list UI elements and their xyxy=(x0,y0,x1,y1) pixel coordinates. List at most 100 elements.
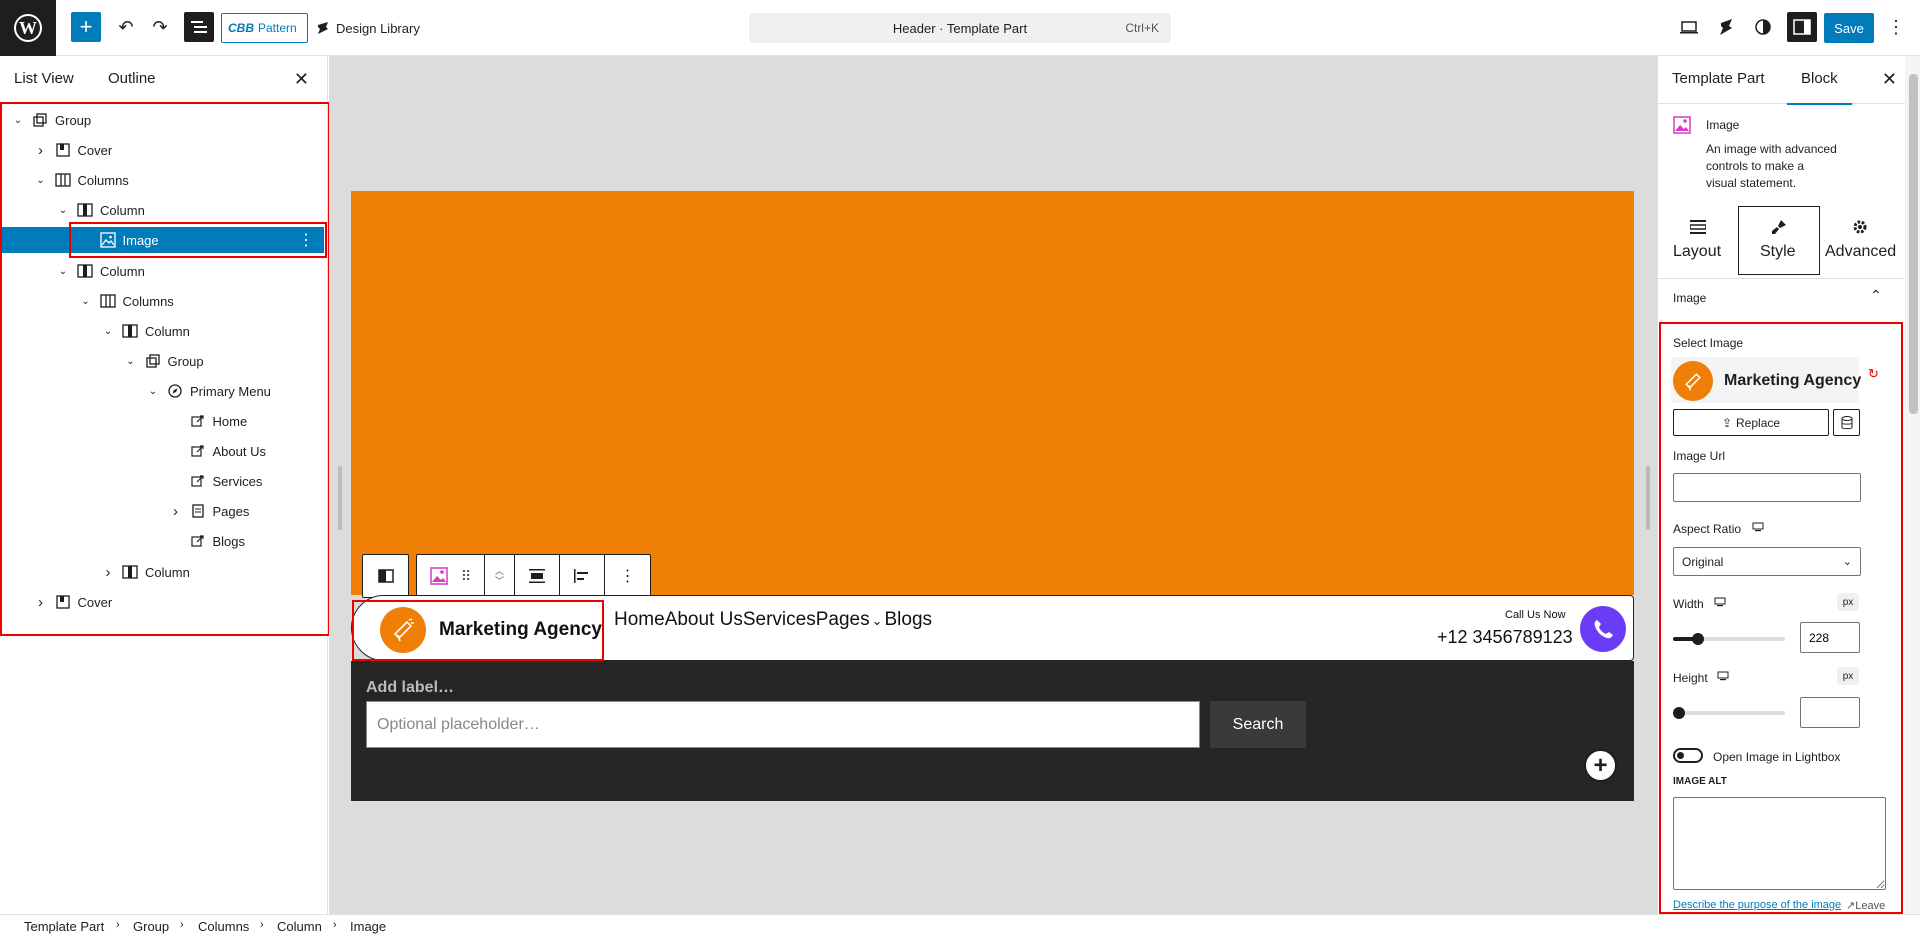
alt-help-link[interactable]: Describe the purpose of the image xyxy=(1673,899,1841,911)
layout-icon[interactable] xyxy=(1689,218,1707,236)
list-view-tabs: List View Outline ✕ xyxy=(0,56,327,104)
breadcrumb-group[interactable]: Group xyxy=(133,919,169,934)
image-alt-label: IMAGE ALT xyxy=(1673,776,1727,787)
chevron-up-icon[interactable]: ⌃ xyxy=(1870,287,1882,304)
nav-blogs[interactable]: Blogs xyxy=(884,609,932,630)
image-icon xyxy=(430,567,448,585)
section-title[interactable]: Image xyxy=(1673,291,1706,305)
database-button[interactable] xyxy=(1833,409,1860,436)
replace-label: Replace xyxy=(1736,415,1781,430)
brush-icon[interactable] xyxy=(1770,218,1788,236)
phone-number: +12 3456789123 xyxy=(1437,627,1573,647)
gear-icon[interactable] xyxy=(1851,218,1869,236)
height-slider[interactable] xyxy=(1673,711,1785,715)
redo-button[interactable]: ↷ xyxy=(147,14,173,40)
chevron-down-icon[interactable]: ⌄ xyxy=(872,613,883,628)
desktop-icon[interactable] xyxy=(1717,669,1729,684)
stackable-icon xyxy=(318,22,328,34)
tab-style[interactable]: Style xyxy=(1760,243,1796,261)
settings-sidebar-toggle[interactable] xyxy=(1787,12,1817,42)
scrollbar-thumb[interactable] xyxy=(1909,74,1918,414)
image-url-input[interactable] xyxy=(1673,473,1861,502)
breadcrumb-template-part[interactable]: Template Part xyxy=(24,919,104,934)
desktop-icon[interactable] xyxy=(1752,520,1764,535)
chevron-up-icon[interactable]: ︿ xyxy=(495,566,504,576)
more-options-button[interactable]: ⋮ xyxy=(605,554,650,598)
cover-block[interactable] xyxy=(351,191,1634,595)
search-label[interactable]: Add label… xyxy=(366,679,454,697)
wordpress-logo-icon[interactable]: W xyxy=(0,0,56,56)
block-breadcrumb: Template Part › Group › Columns › Column… xyxy=(0,914,1920,938)
image-alt-textarea[interactable] xyxy=(1673,797,1886,890)
align-button[interactable] xyxy=(515,554,560,598)
styles-button[interactable] xyxy=(1750,14,1776,40)
height-input[interactable] xyxy=(1800,697,1860,728)
nav-services[interactable]: Services xyxy=(743,609,816,630)
add-block-button[interactable]: + xyxy=(71,12,101,42)
resize-handle[interactable] xyxy=(1646,466,1650,530)
kebab-icon: ⋮ xyxy=(619,568,636,585)
resize-handle[interactable] xyxy=(338,466,342,530)
breadcrumb-columns[interactable]: Columns xyxy=(198,919,249,934)
highlight-outline xyxy=(0,102,330,636)
list-view-toggle[interactable] xyxy=(184,12,214,42)
list-icon xyxy=(191,21,207,33)
tab-outline[interactable]: Outline xyxy=(108,70,156,87)
search-button[interactable]: Search xyxy=(1210,701,1306,748)
width-slider-knob[interactable] xyxy=(1692,633,1704,645)
chevron-right-icon: › xyxy=(180,919,184,931)
move-buttons[interactable]: ︿ ﹀ xyxy=(485,554,515,598)
select-image-label: Select Image xyxy=(1673,336,1744,350)
chevron-right-icon: › xyxy=(260,919,264,931)
unit-toggle[interactable]: px xyxy=(1837,593,1859,611)
breadcrumb-image[interactable]: Image xyxy=(350,919,386,934)
justify-button[interactable] xyxy=(560,554,605,598)
lightbox-toggle[interactable] xyxy=(1673,748,1703,763)
replace-button[interactable]: ⇪ Replace xyxy=(1673,409,1829,436)
command-palette-bar[interactable]: Header · Template Part Ctrl+K xyxy=(749,13,1171,43)
tab-list-view[interactable]: List View xyxy=(14,70,74,87)
block-description-line: visual statement. xyxy=(1706,176,1797,190)
design-library-button[interactable]: Design Library xyxy=(316,13,420,43)
block-description-line: An image with advanced xyxy=(1706,142,1837,156)
add-block-inserter-icon[interactable]: + xyxy=(1584,749,1617,782)
reset-icon[interactable]: ↻ xyxy=(1868,366,1879,382)
block-type-button[interactable]: ⠿ xyxy=(417,554,485,598)
image-icon xyxy=(1673,116,1691,134)
parent-column-button[interactable] xyxy=(363,554,408,598)
plus-icon: + xyxy=(79,14,93,39)
pattern-button[interactable]: CBB Pattern xyxy=(221,13,308,43)
nav-pages[interactable]: Pages xyxy=(816,609,870,630)
chevron-right-icon: › xyxy=(333,919,337,931)
options-menu-icon[interactable]: ⋮ xyxy=(1886,14,1906,40)
undo-button[interactable]: ↶ xyxy=(113,14,139,40)
close-icon[interactable]: ✕ xyxy=(294,69,309,90)
aspect-ratio-select[interactable]: Original ⌄ xyxy=(1673,547,1861,576)
tab-advanced[interactable]: Advanced xyxy=(1825,243,1896,261)
unit-toggle[interactable]: px xyxy=(1837,667,1859,685)
image-url-label: Image Url xyxy=(1673,449,1726,463)
tab-block[interactable]: Block xyxy=(1787,70,1852,105)
justify-left-icon xyxy=(574,569,588,583)
undo-icon: ↶ xyxy=(118,16,134,37)
divider xyxy=(1657,278,1904,279)
primary-navigation: HomeAbout UsServicesPages ⌄ Blogs xyxy=(614,609,932,631)
nav-about-us[interactable]: About Us xyxy=(665,609,743,630)
lightbox-label: Open Image in Lightbox xyxy=(1713,750,1841,764)
phone-icon[interactable] xyxy=(1580,606,1626,652)
width-input[interactable] xyxy=(1800,622,1860,653)
drag-handle-icon[interactable]: ⠿ xyxy=(461,568,471,585)
tab-template-part[interactable]: Template Part xyxy=(1672,70,1765,87)
stackable-settings-button[interactable] xyxy=(1713,14,1739,40)
preview-desktop-button[interactable] xyxy=(1676,14,1702,40)
nav-home[interactable]: Home xyxy=(614,609,665,630)
desktop-icon[interactable] xyxy=(1714,595,1726,610)
chevron-down-icon[interactable]: ﹀ xyxy=(495,576,504,586)
tab-layout[interactable]: Layout xyxy=(1673,243,1721,261)
breadcrumb-column[interactable]: Column xyxy=(277,919,322,934)
close-icon[interactable]: ✕ xyxy=(1882,69,1897,90)
height-slider-knob[interactable] xyxy=(1673,707,1685,719)
search-input[interactable]: Optional placeholder… xyxy=(366,701,1200,748)
save-button[interactable]: Save xyxy=(1824,13,1874,43)
svg-text:W: W xyxy=(19,18,37,38)
